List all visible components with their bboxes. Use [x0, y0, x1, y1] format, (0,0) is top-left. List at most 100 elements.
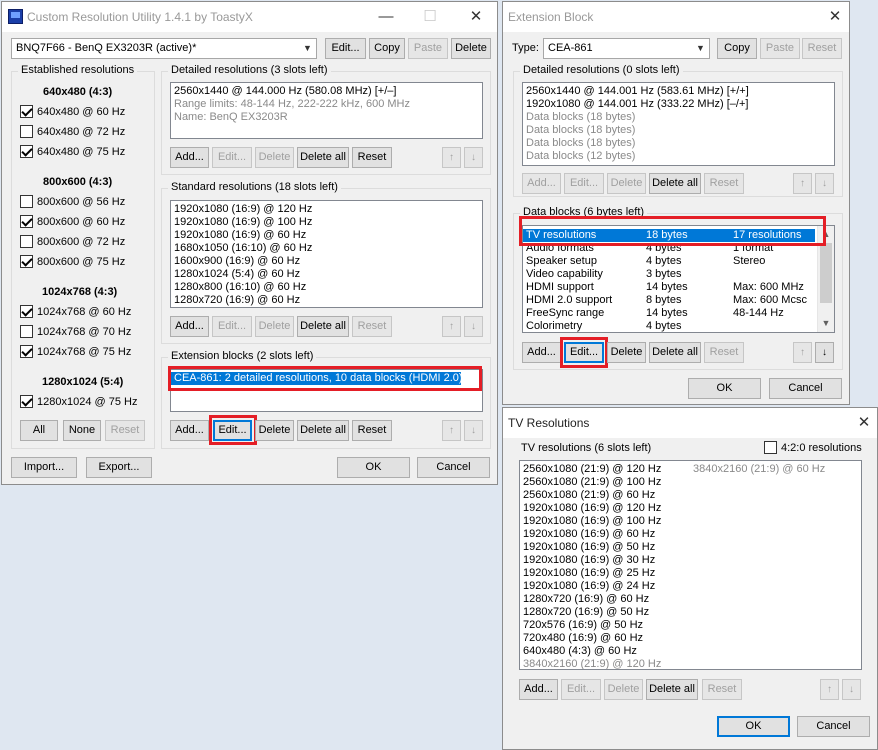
list-item[interactable]: 2560x1080 (21:9) @ 100 Hz — [520, 476, 690, 489]
checkbox-640x480-75[interactable]: 640x480 @ 75 Hz — [20, 145, 125, 158]
monitor-copy-button[interactable]: Copy — [369, 38, 405, 59]
list-item[interactable]: 1280x720 (16:9) @ 60 Hz — [520, 593, 690, 606]
cru-titlebar[interactable]: Custom Resolution Utility 1.4.1 by Toast… — [2, 2, 497, 32]
standard-move-down-button[interactable]: ↓ — [464, 316, 483, 337]
ext-paste-button[interactable]: Paste — [760, 38, 800, 59]
established-none-button[interactable]: None — [63, 420, 101, 441]
datablocks-edit-button[interactable]: Edit... — [564, 342, 604, 363]
list-item[interactable]: 1920x1080 (16:9) @ 100 Hz — [520, 515, 690, 528]
checkbox-420[interactable]: 4:2:0 resolutions — [764, 441, 862, 454]
import-button[interactable]: Import... — [11, 457, 77, 478]
export-button[interactable]: Export... — [86, 457, 152, 478]
list-item[interactable]: 1920x1080 (16:9) @ 25 Hz — [520, 567, 690, 580]
checkbox-box[interactable] — [20, 105, 33, 118]
ext-detailed-delete-all-button[interactable]: Delete all — [649, 173, 701, 194]
extension-delete-button[interactable]: Delete — [255, 420, 294, 441]
tv-titlebar[interactable]: TV Resolutions ✕ — [503, 408, 877, 438]
list-item[interactable]: 3840x2160 (21:9) @ 60 Hz — [690, 463, 860, 476]
standard-edit-button[interactable]: Edit... — [212, 316, 252, 337]
close-icon[interactable]: ✕ — [461, 6, 491, 28]
checkbox-1024x768-60[interactable]: 1024x768 @ 60 Hz — [20, 305, 131, 318]
list-item[interactable]: 1280x1024 (5:4) @ 60 Hz — [171, 268, 482, 281]
datablocks-delete-button[interactable]: Delete — [607, 342, 646, 363]
checkbox-640x480-60[interactable]: 640x480 @ 60 Hz — [20, 105, 125, 118]
monitor-paste-button[interactable]: Paste — [408, 38, 448, 59]
checkbox-box[interactable] — [20, 325, 33, 338]
scroll-up-icon[interactable]: ▲ — [818, 226, 834, 243]
tv-move-down-button[interactable]: ↓ — [842, 679, 861, 700]
standard-delete-button[interactable]: Delete — [255, 316, 294, 337]
list-item[interactable]: 1600x900 (16:9) @ 60 Hz — [171, 255, 482, 268]
list-item[interactable]: 1920x1080 (16:9) @ 100 Hz — [171, 216, 482, 229]
checkbox-800x600-56[interactable]: 800x600 @ 56 Hz — [20, 195, 125, 208]
list-item[interactable]: 720x576 (16:9) @ 50 Hz — [520, 619, 690, 632]
list-item[interactable]: 2560x1080 (21:9) @ 60 Hz — [520, 489, 690, 502]
table-row[interactable]: HDMI support 14 bytes Max: 600 MHz — [523, 281, 834, 294]
list-item[interactable]: 1920x1080 (16:9) @ 120 Hz — [171, 203, 482, 216]
ext-detailed-add-button[interactable]: Add... — [522, 173, 561, 194]
list-item[interactable]: 1920x1080 (16:9) @ 24 Hz — [520, 580, 690, 593]
extension-list[interactable]: CEA-861: 2 detailed resolutions, 10 data… — [170, 369, 483, 412]
monitor-delete-button[interactable]: Delete — [451, 38, 491, 59]
standard-add-button[interactable]: Add... — [170, 316, 209, 337]
detailed-move-up-button[interactable]: ↑ — [442, 147, 461, 168]
checkbox-1024x768-75[interactable]: 1024x768 @ 75 Hz — [20, 345, 131, 358]
extension-move-up-button[interactable]: ↑ — [442, 420, 461, 441]
monitor-select[interactable]: BNQ7F66 - BenQ EX3203R (active)* ▼ — [11, 38, 317, 59]
extension-delete-all-button[interactable]: Delete all — [297, 420, 349, 441]
extension-edit-button[interactable]: Edit... — [213, 420, 252, 441]
extension-move-down-button[interactable]: ↓ — [464, 420, 483, 441]
extension-add-button[interactable]: Add... — [170, 420, 209, 441]
checkbox-1024x768-70[interactable]: 1024x768 @ 70 Hz — [20, 325, 131, 338]
close-icon[interactable]: ✕ — [820, 6, 850, 28]
list-item[interactable]: 1920x1080 (16:9) @ 30 Hz — [520, 554, 690, 567]
tv-list[interactable]: 2560x1080 (21:9) @ 120 Hz 2560x1080 (21:… — [519, 460, 862, 670]
detailed-list[interactable]: 2560x1440 @ 144.000 Hz (580.08 MHz) [+/–… — [170, 82, 483, 139]
list-item[interactable]: 2560x1080 (21:9) @ 120 Hz — [520, 463, 690, 476]
checkbox-box[interactable] — [20, 215, 33, 228]
datablocks-move-down-button[interactable]: ↓ — [815, 342, 834, 363]
ext-titlebar[interactable]: Extension Block ✕ — [503, 2, 849, 32]
type-select[interactable]: CEA-861 ▼ — [543, 38, 710, 59]
scroll-thumb[interactable] — [820, 243, 832, 303]
checkbox-box[interactable] — [20, 145, 33, 158]
checkbox-box[interactable] — [20, 305, 33, 318]
datablocks-delete-all-button[interactable]: Delete all — [649, 342, 701, 363]
list-item[interactable]: 640x480 (4:3) @ 60 Hz — [520, 645, 690, 658]
minimize-icon[interactable]: — — [371, 6, 401, 28]
checkbox-800x600-72[interactable]: 800x600 @ 72 Hz — [20, 235, 125, 248]
ext-detailed-reset-button[interactable]: Reset — [704, 173, 744, 194]
checkbox-800x600-60[interactable]: 800x600 @ 60 Hz — [20, 215, 125, 228]
table-row[interactable]: Video capability 3 bytes — [523, 268, 834, 281]
checkbox-800x600-75[interactable]: 800x600 @ 75 Hz — [20, 255, 125, 268]
table-row[interactable]: Speaker setup 4 bytes Stereo — [523, 255, 834, 268]
list-item[interactable]: Name: BenQ EX3203R — [171, 111, 482, 124]
checkbox-1280x1024-75[interactable]: 1280x1024 @ 75 Hz — [20, 395, 137, 408]
tv-delete-all-button[interactable]: Delete all — [646, 679, 698, 700]
detailed-move-down-button[interactable]: ↓ — [464, 147, 483, 168]
datablocks-list[interactable]: TV resolutions 18 bytes 17 resolutions Aud… — [522, 225, 835, 333]
list-item[interactable]: 2560x1440 @ 144.001 Hz (583.61 MHz) [+/+… — [523, 85, 834, 98]
tv-edit-button[interactable]: Edit... — [561, 679, 601, 700]
detailed-edit-button[interactable]: Edit... — [212, 147, 252, 168]
list-item[interactable]: Data blocks (12 bytes) — [523, 150, 834, 163]
maximize-icon[interactable]: ☐ — [415, 6, 445, 28]
list-item[interactable]: 720x480 (16:9) @ 60 Hz — [520, 632, 690, 645]
detailed-reset-button[interactable]: Reset — [352, 147, 392, 168]
list-item[interactable]: 1920x1080 (16:9) @ 60 Hz — [520, 528, 690, 541]
standard-move-up-button[interactable]: ↑ — [442, 316, 461, 337]
checkbox-box[interactable] — [20, 235, 33, 248]
list-item[interactable]: 1920x1080 @ 144.001 Hz (333.22 MHz) [–/+… — [523, 98, 834, 111]
detailed-add-button[interactable]: Add... — [170, 147, 209, 168]
list-item[interactable]: 1280x720 (16:9) @ 60 Hz — [171, 294, 482, 307]
scroll-down-icon[interactable]: ▼ — [818, 315, 834, 332]
list-item[interactable]: 1280x800 (16:10) @ 60 Hz — [171, 281, 482, 294]
datablocks-move-up-button[interactable]: ↑ — [793, 342, 812, 363]
list-item-selected[interactable]: CEA-861: 2 detailed resolutions, 10 data… — [171, 372, 463, 385]
list-item[interactable]: Range limits: 48-144 Hz, 222-222 kHz, 60… — [171, 98, 482, 111]
checkbox-box[interactable] — [20, 195, 33, 208]
list-item[interactable]: 1280x720 (16:9) @ 50 Hz — [520, 606, 690, 619]
checkbox-box[interactable] — [764, 441, 777, 454]
tv-reset-button[interactable]: Reset — [702, 679, 742, 700]
tv-cancel-button[interactable]: Cancel — [797, 716, 870, 737]
